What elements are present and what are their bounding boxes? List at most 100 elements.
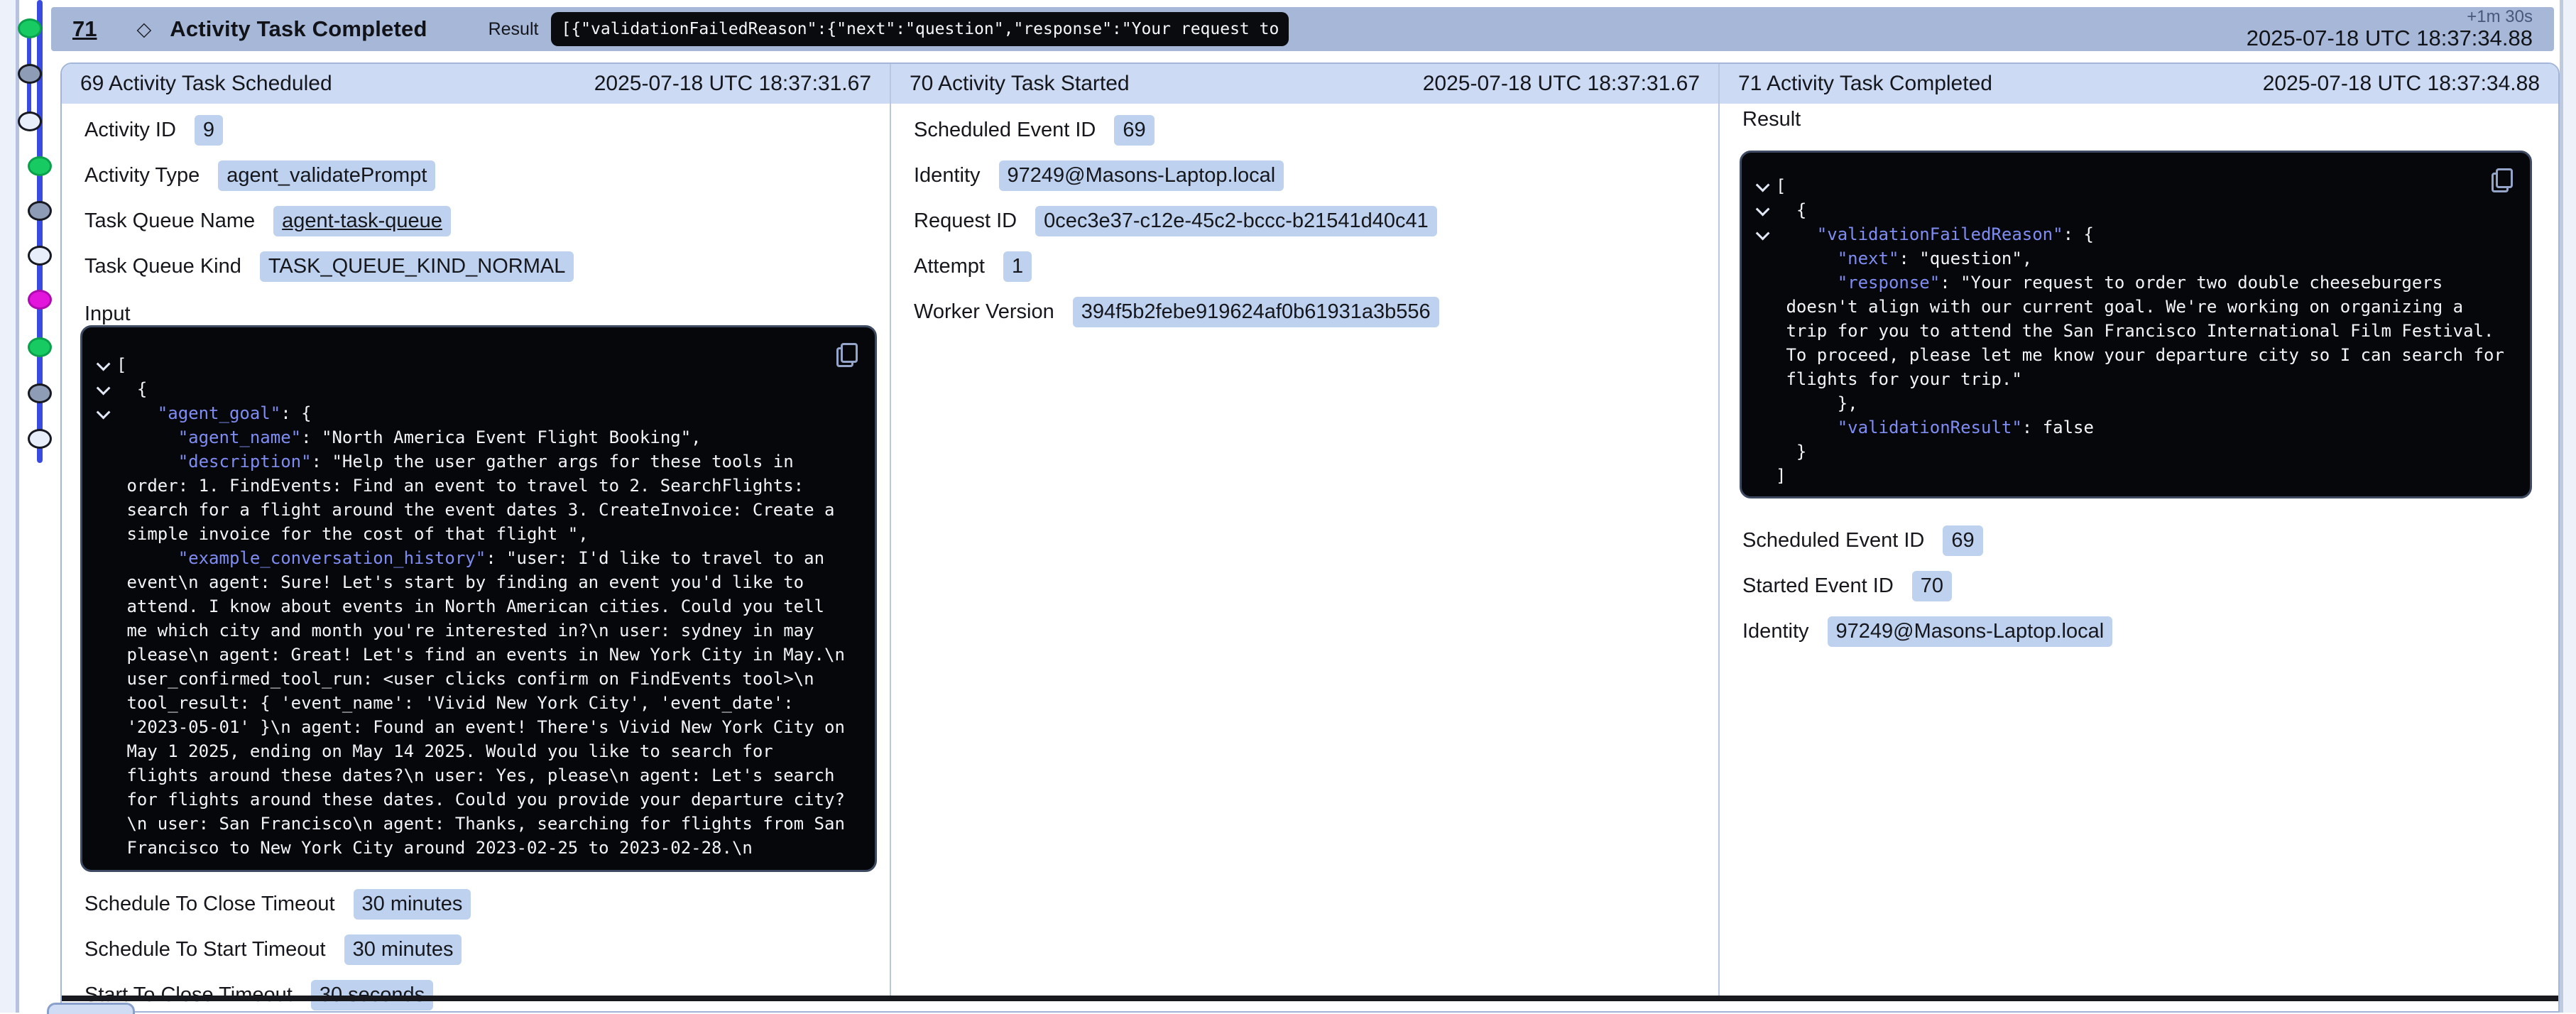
code-text: } xyxy=(1776,442,1806,462)
code-text: trip for you to attend the San Francisco… xyxy=(1776,321,2494,341)
code-text: "validationFailedReason": { xyxy=(1776,224,2094,244)
code-text: tool_result: { 'event_name': 'Vivid New … xyxy=(116,693,794,713)
code-line: [ xyxy=(92,353,862,377)
code-line: "validationResult": false xyxy=(1752,415,2517,440)
field-row: Schedule To Start Timeout30 minutes xyxy=(84,933,875,966)
input-label: Input xyxy=(84,302,131,326)
code-line: please\n agent: Great! Let's find an eve… xyxy=(92,643,862,667)
code-line: ] xyxy=(1752,464,2517,488)
code-text: To proceed, please let me know your depa… xyxy=(1776,345,2504,365)
field-value-badge: 394f5b2febe919624af0b61931a3b556 xyxy=(1073,297,1439,327)
field-value-badge: 70 xyxy=(1912,571,1952,601)
panel-activity-task-completed: 71 Activity Task Completed 2025-07-18 UT… xyxy=(1720,64,2558,996)
code-line: doesn't align with our current goal. We'… xyxy=(1752,295,2517,319)
collapse-chevron-icon[interactable] xyxy=(1752,229,1776,239)
panel-divider xyxy=(890,64,891,996)
code-text: [ xyxy=(116,355,126,375)
code-line: order: 1. FindEvents: Find an event to t… xyxy=(92,474,862,498)
timeline-event-dot-white[interactable] xyxy=(28,429,52,449)
code-line: To proceed, please let me know your depa… xyxy=(1752,343,2517,367)
event-row-71[interactable]: 71 ◇ Activity Task Completed Result [{"v… xyxy=(51,7,2554,51)
scrollbar-gutter[interactable] xyxy=(2563,0,2576,1013)
panel-divider xyxy=(1718,64,1720,996)
code-text: "description": "Help the user gather arg… xyxy=(116,452,794,471)
field-row: Task Queue Name agent-task-queue xyxy=(84,205,875,237)
field-row: Identity97249@Masons-Laptop.local xyxy=(1742,615,2544,648)
panel-activity-task-started: 70 Activity Task Started 2025-07-18 UTC … xyxy=(891,64,1718,996)
code-text: search for a flight around the event dat… xyxy=(116,500,834,520)
code-line: May 1 2025, ending on May 14 2025. Would… xyxy=(92,739,862,763)
code-text: "validationResult": false xyxy=(1776,418,2094,437)
panel-header: 70 Activity Task Started 2025-07-18 UTC … xyxy=(891,64,1718,104)
timeline-event-dot-magenta[interactable] xyxy=(28,290,52,310)
code-text: }, xyxy=(1776,393,1858,413)
timeline-event-dot-green[interactable] xyxy=(28,156,52,176)
copy-icon[interactable] xyxy=(2492,168,2513,192)
copy-icon[interactable] xyxy=(836,343,858,367)
code-text: flights for your trip." xyxy=(1776,369,2022,389)
code-line: '2023-05-01' }\n agent: Found an event! … xyxy=(92,715,862,739)
field-label: Scheduled Event ID xyxy=(1742,529,1924,552)
code-line: "validationFailedReason": { xyxy=(1752,222,2517,246)
code-text: "example_conversation_history": "user: I… xyxy=(116,548,824,568)
code-line: user_confirmed_tool_run: <user clicks co… xyxy=(92,667,862,691)
panel-title: 70 Activity Task Started xyxy=(910,72,1130,96)
code-line: { xyxy=(92,377,862,401)
timeline-event-dot-gray[interactable] xyxy=(18,64,42,84)
field-value-badge: 69 xyxy=(1943,525,1982,556)
code-text: \n user: San Francisco\n agent: Thanks, … xyxy=(116,814,845,834)
code-line: attend. I know about events in North Ame… xyxy=(92,594,862,618)
event-group-card: 69 Activity Task Scheduled 2025-07-18 UT… xyxy=(60,62,2560,1013)
collapse-chevron-icon[interactable] xyxy=(1752,205,1776,215)
code-text: event\n agent: Sure! Let's start by find… xyxy=(116,572,804,592)
code-text: '2023-05-01' }\n agent: Found an event! … xyxy=(116,717,845,737)
field-label: Worker Version xyxy=(914,300,1054,324)
timeline-event-dot-green[interactable] xyxy=(18,18,42,38)
timeline-event-dot-white[interactable] xyxy=(18,111,42,131)
timeline-event-dot-green[interactable] xyxy=(28,337,52,357)
code-text: { xyxy=(1776,200,1806,220)
left-gutter xyxy=(0,0,16,1013)
timeline-event-dot-gray[interactable] xyxy=(28,201,52,221)
input-json-block: [ { "agent_goal": { "agent_name": "North… xyxy=(80,325,877,872)
collapse-chevron-icon[interactable] xyxy=(92,408,116,418)
code-line: }, xyxy=(1752,391,2517,415)
code-text: user_confirmed_tool_run: <user clicks co… xyxy=(116,669,814,689)
collapse-chevron-icon[interactable] xyxy=(1752,181,1776,191)
field-row: Activity ID 9 xyxy=(84,114,875,146)
field-value-badge: 9 xyxy=(195,115,223,146)
field-label: Activity ID xyxy=(84,119,176,142)
code-text: [ xyxy=(1776,176,1786,196)
field-value-badge: 1 xyxy=(1003,251,1032,282)
timeline-event-dot-white[interactable] xyxy=(28,246,52,266)
code-line: Francisco to New York City around 2023-0… xyxy=(92,836,862,860)
task-queue-link[interactable]: agent-task-queue xyxy=(273,206,451,236)
result-preview-pill: [{"validationFailedReason":{"next":"ques… xyxy=(551,12,1289,46)
code-line: event\n agent: Sure! Let's start by find… xyxy=(92,570,862,594)
event-title: Activity Task Completed xyxy=(170,16,427,42)
field-row: Start To Close Timeout30 seconds xyxy=(84,978,875,1011)
panel-timestamp: 2025-07-18 UTC 18:37:31.67 xyxy=(1423,72,1700,96)
field-value-badge: 30 minutes xyxy=(354,889,471,920)
timeline-event-dot-gray[interactable] xyxy=(28,383,52,403)
code-line: simple invoice for the cost of that flig… xyxy=(92,522,862,546)
field-row: Worker Version 394f5b2febe919624af0b61931… xyxy=(914,295,1704,328)
code-line: \n user: San Francisco\n agent: Thanks, … xyxy=(92,812,862,836)
code-text: "next": "question", xyxy=(1776,249,2032,268)
event-id-link[interactable]: 71 xyxy=(72,16,97,42)
field-label: Task Queue Name xyxy=(84,209,255,233)
collapse-chevron-icon[interactable] xyxy=(92,384,116,394)
panel-title: 71 Activity Task Completed xyxy=(1738,72,1992,96)
code-text: for flights around these dates. Could yo… xyxy=(116,790,845,809)
code-line: "agent_name": "North America Event Fligh… xyxy=(92,425,862,449)
panel-header: 69 Activity Task Scheduled 2025-07-18 UT… xyxy=(62,64,890,104)
code-text: "agent_name": "North America Event Fligh… xyxy=(116,427,702,447)
field-label: Request ID xyxy=(914,209,1017,233)
code-text: "agent_goal": { xyxy=(116,403,312,423)
activity-diamond-icon: ◇ xyxy=(136,18,151,40)
code-line: "agent_goal": { xyxy=(92,401,862,425)
collapse-chevron-icon[interactable] xyxy=(92,360,116,370)
code-text: me which city and month you're intereste… xyxy=(116,621,814,640)
code-line: "response": "Your request to order two d… xyxy=(1752,271,2517,295)
result-label: Result xyxy=(1742,108,1801,131)
